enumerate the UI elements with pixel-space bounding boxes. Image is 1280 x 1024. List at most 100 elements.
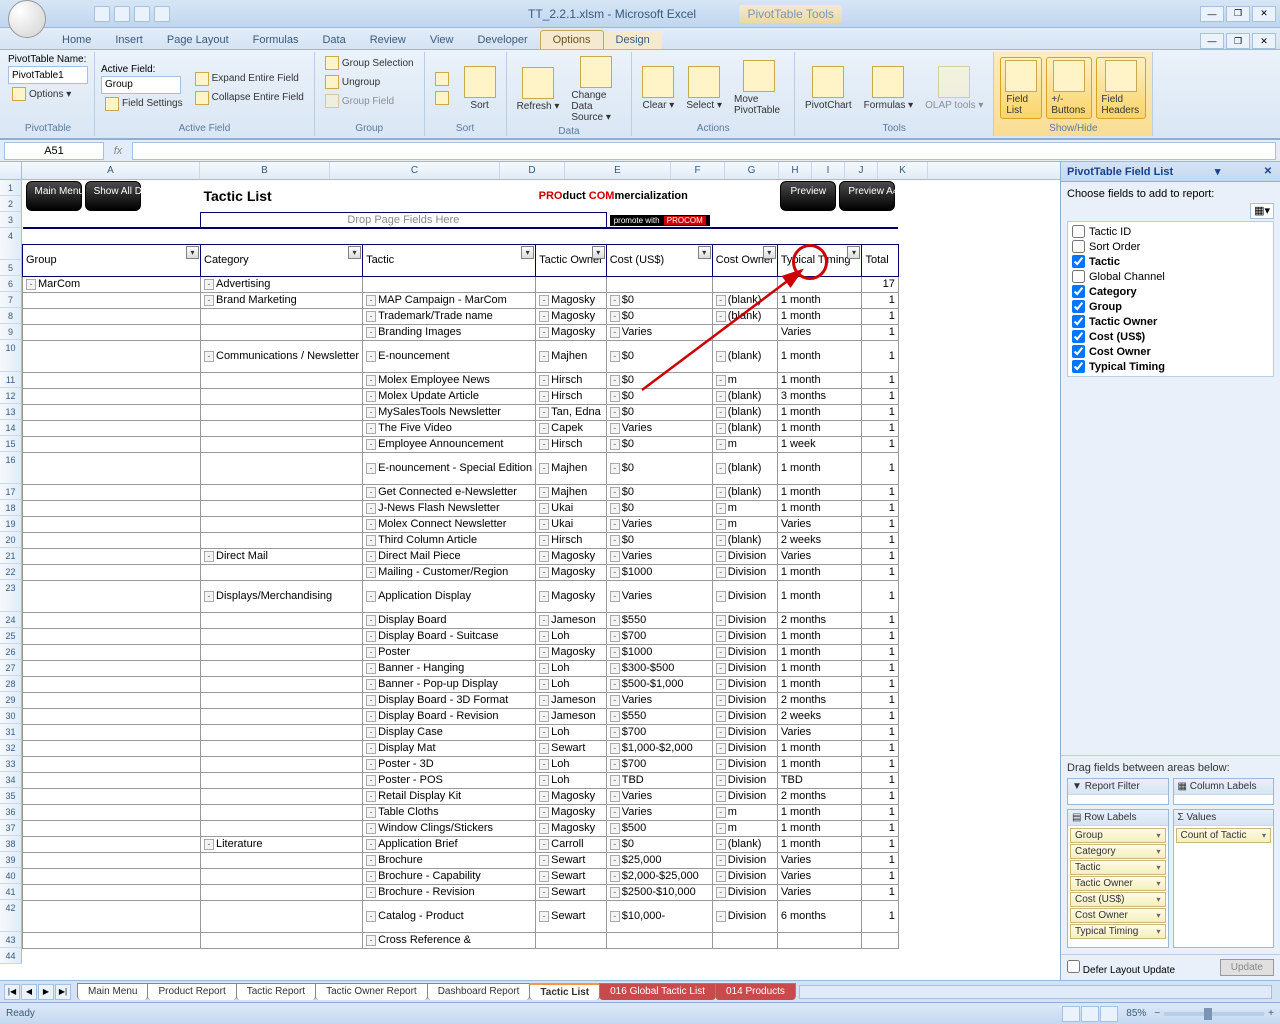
cell-group[interactable] (23, 628, 201, 644)
cell-total[interactable]: 1 (862, 372, 898, 388)
row-header[interactable]: 15 (0, 436, 22, 452)
qat-save-icon[interactable] (94, 6, 110, 22)
cell-group[interactable] (23, 404, 201, 420)
cell-costowner[interactable]: -Division (712, 564, 777, 580)
cell-cost[interactable]: -$0 (606, 388, 712, 404)
cell-total[interactable]: 1 (862, 724, 898, 740)
field-checkbox[interactable]: Tactic Owner (1070, 314, 1271, 329)
cell-tactic[interactable]: -J-News Flash Newsletter (363, 500, 536, 516)
formulas-button[interactable]: Formulas ▾ (860, 64, 917, 113)
cell-total[interactable]: 1 (862, 900, 898, 932)
cell-timing[interactable]: 1 month (777, 580, 862, 612)
cell-owner[interactable]: -Sewart (536, 868, 607, 884)
cell-costowner[interactable] (712, 324, 777, 340)
cell-tactic[interactable]: -Molex Connect Newsletter (363, 516, 536, 532)
field-list-dropdown-icon[interactable]: ▾ (1215, 165, 1221, 178)
cell-timing[interactable]: 1 month (777, 660, 862, 676)
cell-cost[interactable]: -$500-$1,000 (606, 676, 712, 692)
cell-costowner[interactable]: -Division (712, 612, 777, 628)
cell-costowner[interactable]: -Division (712, 676, 777, 692)
cell-costowner[interactable]: -Division (712, 628, 777, 644)
cell-timing[interactable] (777, 276, 862, 292)
cell-costowner[interactable]: -(blank) (712, 484, 777, 500)
cell-category[interactable] (201, 820, 363, 836)
cell-owner[interactable]: -Magosky (536, 324, 607, 340)
cell-cost[interactable]: -$0 (606, 308, 712, 324)
cell-costowner[interactable]: -(blank) (712, 420, 777, 436)
cell-group[interactable] (23, 676, 201, 692)
row-header[interactable]: 11 (0, 372, 22, 388)
group-field-button[interactable]: Group Field (321, 92, 398, 110)
cell-total[interactable]: 1 (862, 756, 898, 772)
cell-tactic[interactable]: -Cross Reference & (363, 932, 536, 948)
cell-timing[interactable]: 1 month (777, 676, 862, 692)
cell-category[interactable] (201, 804, 363, 820)
row-header[interactable]: 5 (0, 260, 22, 276)
cell-cost[interactable]: -$550 (606, 612, 712, 628)
cell-timing[interactable]: 1 month (777, 292, 862, 308)
cell-cost[interactable]: -Varies (606, 548, 712, 564)
header-tactic_owner[interactable]: Tactic Owner▾ (536, 244, 607, 276)
cell-category[interactable] (201, 420, 363, 436)
cell-costowner[interactable]: -m (712, 372, 777, 388)
cell-costowner[interactable]: -(blank) (712, 404, 777, 420)
cell-group[interactable] (23, 484, 201, 500)
cell-tactic[interactable]: -Catalog - Product (363, 900, 536, 932)
header-cost[interactable]: Cost (US$)▾ (606, 244, 712, 276)
sort-button[interactable]: Sort (460, 64, 500, 113)
cell-category[interactable] (201, 676, 363, 692)
row-header[interactable]: 2 (0, 196, 22, 212)
cell-owner[interactable]: -Hirsch (536, 532, 607, 548)
cell-total[interactable]: 1 (862, 836, 898, 852)
cell-costowner[interactable]: -Division (712, 852, 777, 868)
cell-owner[interactable]: -Sewart (536, 884, 607, 900)
qat-customize-icon[interactable] (154, 6, 170, 22)
row-header[interactable]: 27 (0, 660, 22, 676)
cell-cost[interactable]: -$0 (606, 500, 712, 516)
group-selection-button[interactable]: Group Selection (321, 54, 418, 72)
cell-group[interactable] (23, 868, 201, 884)
filter-dropdown-icon[interactable]: ▾ (521, 246, 534, 259)
row-header[interactable]: 29 (0, 692, 22, 708)
cell-timing[interactable]: 1 month (777, 372, 862, 388)
cell-total[interactable]: 1 (862, 852, 898, 868)
cell-category[interactable] (201, 660, 363, 676)
field-checkbox[interactable]: Group (1070, 299, 1271, 314)
cell-timing[interactable]: 1 month (777, 756, 862, 772)
filter-dropdown-icon[interactable]: ▾ (348, 246, 361, 259)
cell-costowner[interactable]: -Division (712, 772, 777, 788)
row-header[interactable]: 34 (0, 772, 22, 788)
select-button[interactable]: Select ▾ (682, 64, 726, 113)
column-header[interactable]: E (565, 162, 671, 179)
row-label-item[interactable]: Cost Owner▾ (1070, 908, 1166, 923)
cell-tactic[interactable]: -Brochure - Capability (363, 868, 536, 884)
filter-dropdown-icon[interactable]: ▾ (763, 246, 776, 259)
cell-category[interactable] (201, 708, 363, 724)
cell-owner[interactable]: -Majhen (536, 340, 607, 372)
cell-timing[interactable]: 1 month (777, 420, 862, 436)
layout-picker-icon[interactable]: ▦▾ (1250, 203, 1274, 219)
cell-tactic[interactable]: -Window Clings/Stickers (363, 820, 536, 836)
cell-timing[interactable]: 1 month (777, 628, 862, 644)
cell-total[interactable]: 1 (862, 612, 898, 628)
cell-cost[interactable]: -$0 (606, 836, 712, 852)
column-header[interactable]: H (779, 162, 812, 179)
cell-timing[interactable]: 1 month (777, 452, 862, 484)
cell-tactic[interactable]: -Poster - 3D (363, 756, 536, 772)
row-header[interactable]: 39 (0, 852, 22, 868)
cell-tactic[interactable]: -Branding Images (363, 324, 536, 340)
cell-cost[interactable]: -TBD (606, 772, 712, 788)
cell-cost[interactable]: -$0 (606, 532, 712, 548)
cell-cost[interactable]: -$2500-$10,000 (606, 884, 712, 900)
row-labels-area[interactable]: ▤ Row Labels Group▾Category▾Tactic▾Tacti… (1067, 809, 1169, 949)
row-label-item[interactable]: Typical Timing▾ (1070, 924, 1166, 939)
cell-cost[interactable]: -$700 (606, 724, 712, 740)
cell-timing[interactable]: 2 months (777, 692, 862, 708)
tab-home[interactable]: Home (50, 31, 103, 49)
cell-category[interactable] (201, 932, 363, 948)
cell-category[interactable] (201, 372, 363, 388)
cell-costowner[interactable] (712, 276, 777, 292)
cell-group[interactable] (23, 292, 201, 308)
cell-group[interactable] (23, 548, 201, 564)
cell-owner[interactable]: -Jameson (536, 692, 607, 708)
